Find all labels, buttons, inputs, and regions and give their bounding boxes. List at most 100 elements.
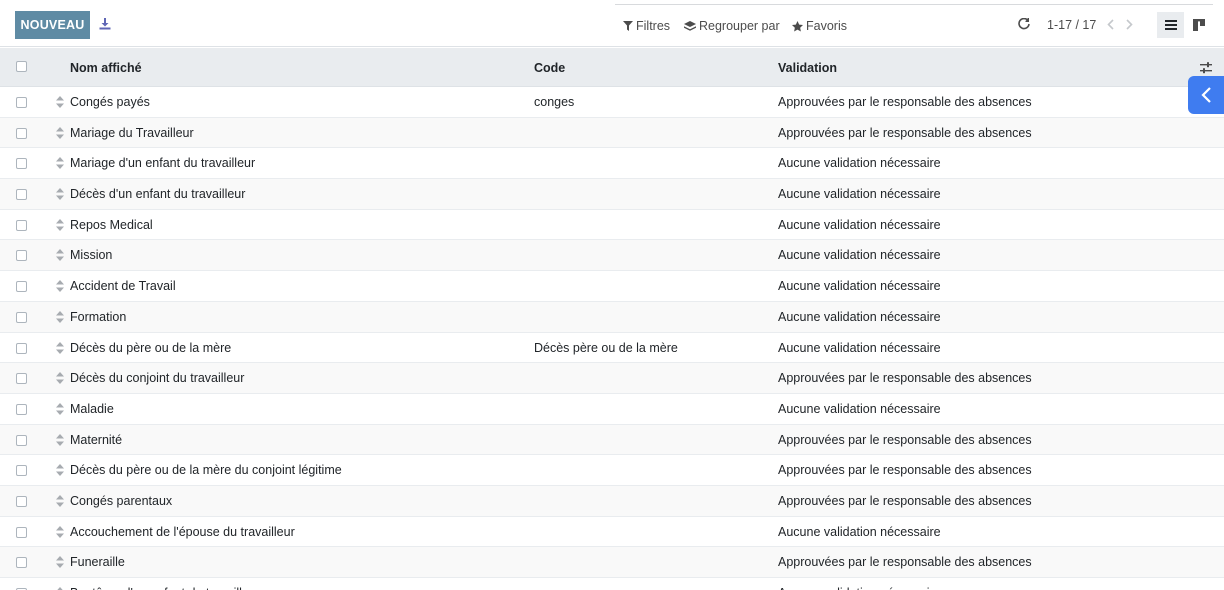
cell-name: Accouchement de l'épouse du travailleur (70, 524, 295, 539)
row-checkbox[interactable] (16, 403, 27, 415)
cell-name: Mission (70, 248, 113, 263)
table-row[interactable]: Mariage du Travailleur Approuvées par le … (0, 117, 1224, 149)
chevron-left-icon (1201, 87, 1211, 103)
table-row[interactable]: Décès du conjoint du travailleur Approuvé… (0, 363, 1224, 394)
list-header: Nom affiché Code Validation (0, 48, 1224, 87)
filters-button[interactable]: Filtres (623, 16, 670, 36)
cell-validation: Aucune validation nécessaire (778, 586, 941, 590)
row-checkbox[interactable] (16, 342, 27, 354)
side-panel-toggle[interactable] (1188, 76, 1224, 114)
cell-name: Repos Medical (70, 217, 153, 232)
row-checkbox[interactable] (16, 526, 27, 538)
drag-handle-icon[interactable] (56, 126, 64, 139)
table-row[interactable]: Congés parentaux Approuvées par le respon… (0, 485, 1224, 517)
new-button[interactable]: NOUVEAU (15, 11, 90, 39)
table-row[interactable]: Formation Aucune validation nécessaire (0, 301, 1224, 333)
drag-handle-icon[interactable] (56, 157, 64, 170)
filters-label: Filtres (636, 19, 671, 33)
favorites-button[interactable]: Favoris (792, 16, 847, 36)
select-all-checkbox[interactable] (16, 61, 27, 72)
chevron-left-icon[interactable] (1104, 15, 1116, 33)
cell-name: Décès du père ou de la mère (70, 340, 232, 355)
row-checkbox[interactable] (16, 189, 27, 201)
drag-handle-icon[interactable] (56, 402, 64, 415)
drag-handle-icon[interactable] (56, 341, 64, 354)
cell-validation: Aucune validation nécessaire (778, 401, 941, 416)
cell-validation: Aucune validation nécessaire (778, 309, 941, 324)
row-checkbox[interactable] (16, 557, 27, 569)
table-row[interactable]: Décès du père ou de la mère du conjoint … (0, 455, 1224, 486)
refresh-icon[interactable] (1016, 16, 1032, 32)
table-row[interactable]: Décès du père ou de la mère Décès père ou… (0, 332, 1224, 364)
cell-validation: Aucune validation nécessaire (778, 156, 941, 171)
table-row[interactable]: Congés payés conges Approuvées par le resp… (0, 87, 1224, 118)
row-checkbox[interactable] (16, 281, 27, 293)
drag-handle-icon[interactable] (56, 310, 64, 323)
row-checkbox[interactable] (16, 219, 27, 231)
drag-handle-icon[interactable] (56, 372, 64, 385)
cell-validation: Approuvées par le responsable des absenc… (778, 125, 1032, 140)
groupby-button[interactable]: Regrouper par (684, 16, 780, 36)
cell-validation: Aucune validation nécessaire (778, 217, 941, 232)
drag-handle-icon[interactable] (56, 525, 64, 538)
cell-name: Décès du père ou de la mère du conjoint … (70, 463, 342, 478)
drag-handle-icon[interactable] (56, 218, 64, 231)
drag-handle-icon[interactable] (56, 433, 64, 446)
column-header-validation[interactable]: Validation (778, 61, 837, 75)
drag-handle-icon[interactable] (56, 494, 64, 507)
drag-handle-icon[interactable] (56, 249, 64, 262)
cell-validation: Aucune validation nécessaire (778, 340, 941, 355)
table-row[interactable]: Mariage d'un enfant du travailleur Aucune… (0, 148, 1224, 180)
control-panel: NOUVEAU Filtres Regrouper par Favoris 1-… (0, 0, 1224, 47)
groupby-label: Regrouper par (699, 19, 780, 33)
cell-validation: Approuvées par le responsable des absenc… (778, 463, 1032, 478)
cell-validation: Approuvées par le responsable des absenc… (778, 432, 1032, 447)
cell-name: Décès d'un enfant du travailleur (70, 187, 246, 202)
cell-name: Baptême d'un enfant du travailleur (70, 586, 260, 590)
list-view-icon[interactable] (1157, 12, 1184, 38)
row-checkbox[interactable] (16, 465, 27, 477)
drag-handle-icon[interactable] (56, 280, 64, 293)
column-header-code[interactable]: Code (534, 61, 565, 75)
drag-handle-icon[interactable] (56, 188, 64, 201)
cell-name: Décès du conjoint du travailleur (70, 371, 245, 386)
pager-value[interactable]: 1-17 / 17 (1047, 18, 1096, 32)
cell-validation: Approuvées par le responsable des absenc… (778, 493, 1032, 508)
list-body: Congés payés conges Approuvées par le resp… (0, 87, 1224, 590)
table-row[interactable]: Maladie Aucune validation nécessaire (0, 393, 1224, 425)
sliders-icon[interactable] (1199, 61, 1213, 75)
kanban-view-icon[interactable] (1187, 12, 1211, 38)
search-bar[interactable] (615, 4, 1213, 5)
cell-validation: Aucune validation nécessaire (778, 248, 941, 263)
row-checkbox[interactable] (16, 250, 27, 262)
table-row[interactable]: Accouchement de l'épouse du travailleur A… (0, 516, 1224, 548)
chevron-right-icon[interactable] (1123, 15, 1135, 33)
row-checkbox[interactable] (16, 434, 27, 446)
table-row[interactable]: Décès d'un enfant du travailleur Aucune v… (0, 179, 1224, 210)
drag-handle-icon[interactable] (56, 556, 64, 569)
cell-name: Congés payés (70, 95, 150, 109)
table-row[interactable]: Maternité Approuvées par le responsable d… (0, 424, 1224, 456)
table-row[interactable]: Baptême d'un enfant du travailleur Aucune… (0, 578, 1224, 590)
table-row[interactable]: Accident de Travail Aucune validation néc… (0, 271, 1224, 302)
table-row[interactable]: Mission Aucune validation nécessaire (0, 240, 1224, 272)
cell-code: Décès père ou de la mère (534, 340, 678, 355)
row-checkbox[interactable] (16, 127, 27, 139)
cell-validation: Aucune validation nécessaire (778, 524, 941, 539)
row-checkbox[interactable] (16, 373, 27, 385)
download-icon[interactable] (96, 14, 114, 34)
cell-name: Maladie (70, 401, 114, 416)
column-header-name[interactable]: Nom affiché (70, 61, 142, 75)
drag-handle-icon[interactable] (56, 464, 64, 477)
row-checkbox[interactable] (16, 311, 27, 323)
drag-handle-icon[interactable] (56, 96, 64, 108)
table-row[interactable]: Repos Medical Aucune validation nécessair… (0, 209, 1224, 241)
cell-name: Accident de Travail (70, 279, 176, 294)
cell-name: Congés parentaux (70, 493, 173, 508)
row-checkbox[interactable] (16, 158, 27, 170)
favorites-label: Favoris (806, 19, 847, 33)
row-checkbox[interactable] (16, 495, 27, 507)
table-row[interactable]: Funeraille Approuvées par le responsable … (0, 547, 1224, 578)
cell-name: Formation (70, 309, 127, 324)
row-checkbox[interactable] (16, 97, 27, 108)
